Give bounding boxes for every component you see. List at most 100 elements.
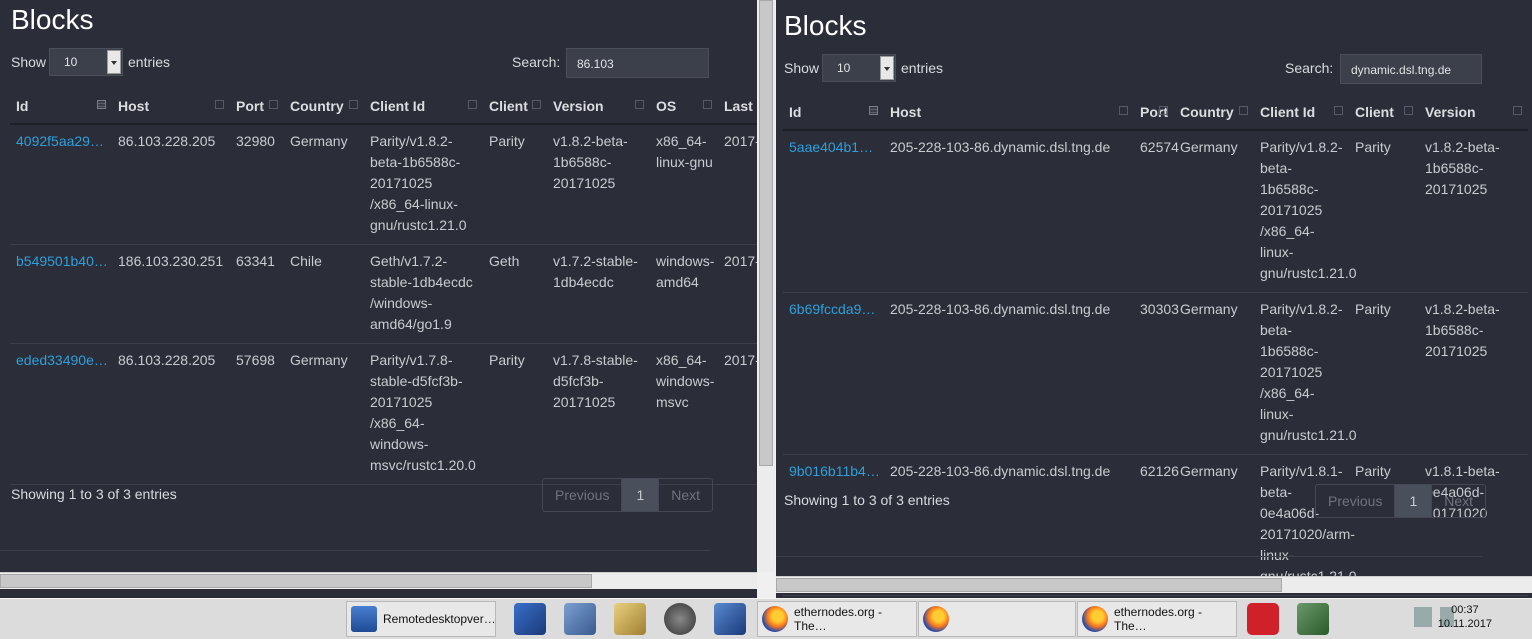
firefox-icon xyxy=(923,606,949,632)
row-host: 86.103.228.205 xyxy=(112,124,230,245)
previous-button[interactable]: Previous xyxy=(543,479,621,511)
col-client[interactable]: Client xyxy=(483,88,547,125)
col-client-id[interactable]: Client Id xyxy=(364,88,483,125)
firefox-icon xyxy=(762,606,788,632)
taskbar: Remotedesktopver… ethernodes.org - The… … xyxy=(0,598,1532,639)
show-label: Show xyxy=(784,60,820,76)
table-row: 9b016b11b4… 205-228-103-86.dynamic.dsl.t… xyxy=(783,454,1528,596)
chevron-down-icon[interactable] xyxy=(107,50,121,74)
sort-icon xyxy=(269,100,278,109)
row-client: Parity xyxy=(483,343,547,485)
row-version: v1.8.2-beta-1b6588c-20171025 xyxy=(1419,292,1528,455)
taskbar-firefox[interactable] xyxy=(918,601,1076,637)
page-1-button[interactable]: 1 xyxy=(621,479,660,511)
next-button[interactable]: Next xyxy=(659,479,712,511)
folder-network-icon[interactable] xyxy=(714,603,746,635)
sync-icon[interactable] xyxy=(564,603,596,635)
col-port[interactable]: Port xyxy=(1134,94,1174,131)
table-row: 6b69fccda9… 205-228-103-86.dynamic.dsl.t… xyxy=(783,292,1528,455)
firefox-icon xyxy=(1082,606,1108,632)
col-country[interactable]: Country xyxy=(1174,94,1254,131)
clock[interactable]: 00:37 10.11.2017 xyxy=(1438,603,1492,631)
sort-icon xyxy=(869,106,878,115)
col-version[interactable]: Version xyxy=(1419,94,1528,131)
col-version[interactable]: Version xyxy=(547,88,650,125)
col-host[interactable]: Host xyxy=(884,94,1134,131)
table-info: Showing 1 to 3 of 3 entries xyxy=(11,486,177,502)
next-button[interactable]: Next xyxy=(1432,485,1485,517)
taskbar-label: ethernodes.org - The… xyxy=(794,605,883,633)
row-id-link[interactable]: 5aae404b1c… xyxy=(783,130,884,293)
row-version: v1.8.2-beta-1b6588c-20171025 xyxy=(1419,130,1528,293)
taskbar-remote-desktop[interactable]: Remotedesktopver… xyxy=(346,601,496,637)
row-country: Chile xyxy=(284,244,364,344)
row-port: 63341 xyxy=(230,244,284,344)
left-window: Blocks Show 10 entries Search: 86.103 Id… xyxy=(0,0,776,598)
vivaldi-icon[interactable] xyxy=(1247,603,1279,635)
col-id[interactable]: Id xyxy=(783,94,884,131)
monitor-icon[interactable] xyxy=(1297,603,1329,635)
row-id-link[interactable]: eded33490e… xyxy=(10,343,112,485)
row-client-id: Geth/v1.7.2-stable-1db4ecdc /windows-amd… xyxy=(364,244,483,344)
row-id-link[interactable]: b549501b40… xyxy=(10,244,112,344)
sort-icon xyxy=(532,100,541,109)
col-port[interactable]: Port xyxy=(230,88,284,125)
col-host[interactable]: Host xyxy=(112,88,230,125)
row-id-link[interactable]: 4092f5aa29… xyxy=(10,124,112,245)
horizontal-scrollbar[interactable] xyxy=(776,576,1532,593)
scrollbar-thumb[interactable] xyxy=(759,0,773,466)
col-label: Client xyxy=(1355,103,1394,120)
col-os[interactable]: OS xyxy=(650,88,718,125)
edit-icon[interactable] xyxy=(614,603,646,635)
time: 00:37 xyxy=(1451,604,1479,616)
page-1-button[interactable]: 1 xyxy=(1394,485,1433,517)
col-label: Last xyxy=(724,97,753,114)
sort-icon xyxy=(1159,106,1168,115)
sort-icon xyxy=(1119,106,1128,115)
page-title: Blocks xyxy=(784,10,867,41)
sort-icon xyxy=(1334,106,1343,115)
row-country: Germany xyxy=(1174,454,1254,596)
row-client-id: Parity/v1.8.2-beta-1b6588c-20171025 /x86… xyxy=(1254,292,1357,455)
network-tray-icon[interactable] xyxy=(1414,607,1432,627)
scrollbar-thumb[interactable] xyxy=(776,578,1282,592)
row-country: Germany xyxy=(1174,292,1254,455)
page-size-select[interactable]: 10 xyxy=(49,48,123,76)
row-client-id: Parity/v1.8.2-beta-1b6588c-20171025 /x86… xyxy=(364,124,483,245)
vertical-scrollbar[interactable] xyxy=(758,0,775,572)
blocks-table: Id Host Port Country Client Id Client Ve… xyxy=(10,88,770,485)
row-host: 205-228-103-86.dynamic.dsl.tng.de xyxy=(884,130,1134,293)
row-id-link[interactable]: 6b69fccda9… xyxy=(783,292,884,455)
row-client-id: Parity/v1.7.8-stable-d5fcf3b-20171025 /x… xyxy=(364,343,483,485)
taskbar-ethernodes-2[interactable]: ethernodes.org - The… xyxy=(1077,601,1237,637)
col-label: Version xyxy=(1425,103,1476,120)
page-size-select[interactable]: 10 xyxy=(822,54,896,82)
blocks-table: Id Host Port Country Client Id Client Ve… xyxy=(783,94,1528,596)
col-client[interactable]: Client xyxy=(1349,94,1419,131)
search-input[interactable]: 86.103 xyxy=(566,48,709,78)
previous-button[interactable]: Previous xyxy=(1316,485,1394,517)
globe-icon[interactable] xyxy=(664,603,696,635)
taskbar-ethernodes-1[interactable]: ethernodes.org - The… xyxy=(757,601,917,637)
col-country[interactable]: Country xyxy=(284,88,364,125)
horizontal-scrollbar[interactable] xyxy=(0,572,757,589)
scrollbar-thumb[interactable] xyxy=(0,574,592,588)
sort-icon xyxy=(97,100,106,109)
row-port: 62574 xyxy=(1134,130,1179,293)
search-input[interactable]: dynamic.dsl.tng.de xyxy=(1340,54,1482,84)
table-row: eded33490e… 86.103.228.205 57698 Germany… xyxy=(10,343,770,485)
row-os: x86_64-windows-msvc xyxy=(650,343,718,485)
table-header: Id Host Port Country Client Id Client Ve… xyxy=(783,94,1528,131)
sort-icon xyxy=(349,100,358,109)
row-host: 205-228-103-86.dynamic.dsl.tng.de xyxy=(884,292,1134,455)
pagination: Previous 1 Next xyxy=(542,478,714,512)
network-icon[interactable] xyxy=(514,603,546,635)
row-host: 86.103.228.205 xyxy=(112,343,230,485)
date: 10.11.2017 xyxy=(1437,618,1492,630)
row-client-id: Parity/v1.8.1-beta-0e4a06d-20171020/arm-… xyxy=(1254,454,1357,596)
row-id-link[interactable]: 9b016b11b4… xyxy=(783,454,884,596)
col-client-id[interactable]: Client Id xyxy=(1254,94,1349,131)
col-id[interactable]: Id xyxy=(10,88,112,125)
chevron-down-icon[interactable] xyxy=(880,56,894,80)
search-label: Search: xyxy=(512,54,561,70)
